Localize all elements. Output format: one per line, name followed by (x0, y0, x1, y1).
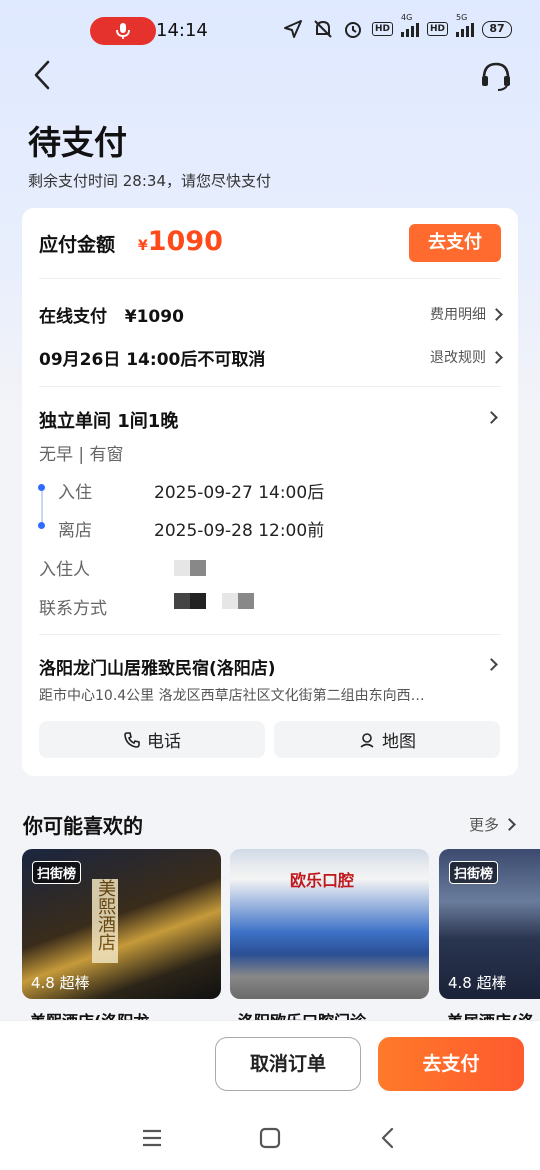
status-bar: 14:14 HD 4G HD 5G 87 (0, 0, 540, 62)
stay-timeline (41, 487, 43, 525)
hd-badge-2: HD (426, 22, 448, 36)
divider (39, 278, 501, 279)
checkout-value: 2025-09-28 12:00前 (154, 521, 325, 541)
page-title: 待支付 (28, 123, 127, 162)
hotel-address: 距市中心10.4公里 洛龙区西草店社区文化街第二组由东向西… (39, 688, 425, 704)
hotel-name[interactable]: 洛阳龙门山居雅致民宿(洛阳店) (39, 654, 478, 679)
signal-icon-2: 5G (456, 13, 474, 37)
guest-name-masked (174, 560, 206, 576)
map-button[interactable]: 地图 (274, 721, 500, 758)
hotel-sign: 美熙酒店 (92, 879, 118, 963)
checkin-dot (38, 484, 45, 491)
pay-button[interactable]: 去支付 (378, 1037, 524, 1091)
divider (39, 386, 501, 387)
recommend-card-3[interactable]: 扫街榜 4.8 超棒 (439, 849, 540, 999)
contact-masked-2 (222, 593, 254, 609)
back-icon[interactable] (28, 58, 60, 92)
divider (39, 634, 501, 635)
map-pin-icon (360, 732, 374, 748)
alarm-icon (344, 22, 361, 38)
checkin-label: 入住 (58, 483, 92, 503)
phone-icon (124, 731, 140, 748)
recommend-title: 你可能喜欢的 (23, 814, 143, 838)
menu-icon[interactable] (139, 1125, 165, 1151)
battery-icon: 87 (482, 20, 512, 38)
clock: 14:14 (156, 20, 208, 41)
more-link[interactable]: 更多 (469, 814, 516, 835)
signal-icon: 4G (400, 13, 419, 37)
system-nav-bar (0, 1105, 540, 1170)
checkout-label: 离店 (58, 521, 92, 541)
home-icon[interactable] (257, 1125, 283, 1151)
nav-back-icon[interactable] (375, 1125, 401, 1151)
payment-countdown: 剩余支付时间 28:34，请您尽快支付 (28, 172, 271, 190)
phone-button[interactable]: 电话 (39, 721, 265, 758)
rank-badge: 扫街榜 (32, 861, 82, 884)
mute-icon (314, 20, 332, 38)
hotel-chevron-icon[interactable] (485, 658, 498, 671)
chevron-right-icon (490, 307, 503, 321)
hd-badge: HD (371, 22, 393, 36)
rating-score: 4.8 超棒 (448, 974, 507, 992)
rating-score: 4.8 超棒 (31, 974, 90, 992)
fee-detail-link[interactable]: 费用明细 (430, 304, 503, 324)
checkin-value: 2025-09-27 14:00后 (154, 483, 325, 503)
mic-indicator[interactable] (90, 17, 156, 45)
bottom-action-bar: 取消订单 去支付 (0, 1020, 540, 1105)
customer-service-icon[interactable] (478, 58, 514, 94)
mic-icon (116, 23, 130, 39)
recommend-card-2[interactable]: 欧乐口腔 (230, 849, 429, 999)
clinic-sign: 欧乐口腔 (290, 871, 355, 890)
contact-label: 联系方式 (39, 599, 107, 619)
recommend-card-1[interactable]: 美熙酒店 扫街榜 4.8 超棒 (22, 849, 221, 999)
chevron-right-icon (503, 818, 516, 831)
order-card: 应付金额 ¥1090 去支付 在线支付 ¥1090 费用明细 09月26日 14… (22, 208, 518, 776)
rank-badge: 扫街榜 (449, 861, 499, 884)
contact-masked (174, 593, 206, 609)
guest-label: 入住人 (39, 560, 90, 580)
pay-button-top[interactable]: 去支付 (409, 224, 501, 262)
room-title[interactable]: 独立单间 1间1晚 (39, 407, 501, 433)
amount-value: ¥1090 (138, 226, 223, 257)
chevron-right-icon (490, 350, 503, 364)
location-icon (283, 20, 302, 38)
room-tags: 无早 | 有窗 (39, 445, 124, 465)
refund-rules-link[interactable]: 退改规则 (430, 347, 503, 367)
checkout-dot (38, 522, 45, 529)
cancel-order-button[interactable]: 取消订单 (215, 1037, 361, 1091)
